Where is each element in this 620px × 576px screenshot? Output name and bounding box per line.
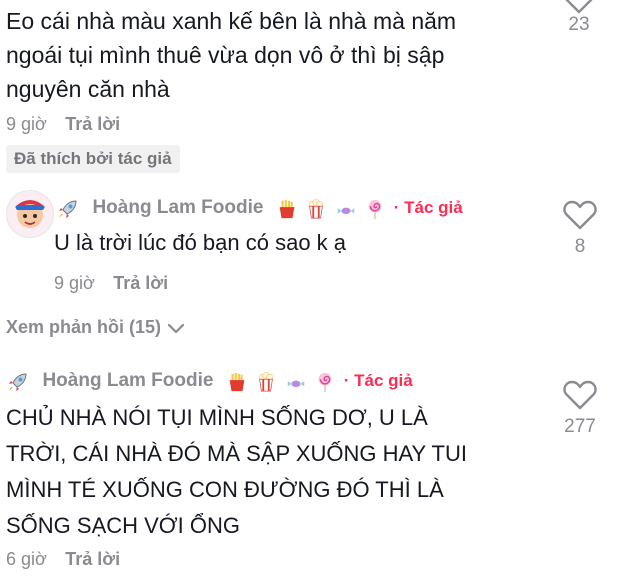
comment-text-line: SỐNG SẠCH VỚI ỔNG — [6, 513, 241, 538]
comment-text-line: CHỦ NHÀ NÓI TỤI MÌNH SỐNG DƠ, U LÀ — [6, 405, 428, 430]
like-count: 277 — [564, 416, 596, 437]
heart-outline-icon[interactable] — [563, 380, 597, 410]
rocket-icon — [9, 373, 27, 391]
candy-icon — [287, 380, 305, 388]
timestamp: 9 giờ — [6, 114, 47, 134]
like-count: 8 — [574, 236, 586, 257]
reply-button[interactable]: Trả lời — [65, 114, 120, 134]
comment-meta: 9 giờ Trả lời — [6, 114, 120, 135]
comment-text: U là trời lúc đó bạn có sao k ạ — [54, 230, 347, 255]
comment-text-line: nguyên căn nhà — [6, 76, 170, 102]
author-name[interactable]: Hoàng Lam Foodie — [42, 370, 213, 391]
author-name[interactable]: Hoàng Lam Foodie — [92, 197, 263, 218]
comment-text-line: MÌNH TÉ XUỐNG CON ĐƯỜNG ĐÓ THÌ LÀ — [6, 477, 444, 502]
rocket-icon — [59, 200, 77, 218]
like-count: 23 — [568, 14, 590, 35]
view-replies-button[interactable]: Xem phản hồi (15) — [6, 317, 185, 338]
liked-by-author-badge: Đã thích bởi tác giả — [6, 145, 180, 173]
fries-icon — [279, 199, 295, 219]
lollipop-icon — [318, 372, 332, 393]
comment-text-line: TRỜI, CÁI NHÀ ĐÓ MÀ SẬP XUỐNG HAY TUI — [6, 441, 467, 466]
avatar[interactable] — [6, 190, 54, 238]
popcorn-icon — [309, 199, 324, 219]
popcorn-icon — [259, 372, 274, 392]
heart-outline-icon[interactable] — [562, 0, 596, 14]
heart-outline-icon[interactable] — [563, 200, 597, 230]
comment-text-line: Eo cái nhà màu xanh kế bên là nhà mà năm — [6, 8, 457, 34]
comment-meta: 6 giờ Trả lời — [6, 549, 120, 570]
reply-button[interactable]: Trả lời — [65, 549, 120, 569]
comment-author-row: Hoàng Lam Foodie · Tác giả — [56, 197, 463, 221]
reply-button[interactable]: Trả lời — [113, 273, 168, 293]
candy-icon — [337, 207, 355, 215]
author-tag: · Tác giả — [393, 198, 463, 218]
author-tag: · Tác giả — [343, 371, 413, 391]
fries-icon — [229, 372, 245, 392]
timestamp: 9 giờ — [54, 273, 95, 293]
timestamp: 6 giờ — [6, 549, 47, 569]
chevron-down-icon — [168, 323, 185, 333]
avatar-image — [7, 191, 53, 237]
lollipop-icon — [368, 199, 382, 220]
comment-text-line: ngoái tụi mình thuê vừa dọn vô ở thì bị … — [6, 42, 445, 68]
comment-author-row: Hoàng Lam Foodie · Tác giả — [6, 370, 413, 394]
view-replies-label: Xem phản hồi (15) — [6, 317, 162, 337]
comment-meta: 9 giờ Trả lời — [54, 273, 168, 294]
